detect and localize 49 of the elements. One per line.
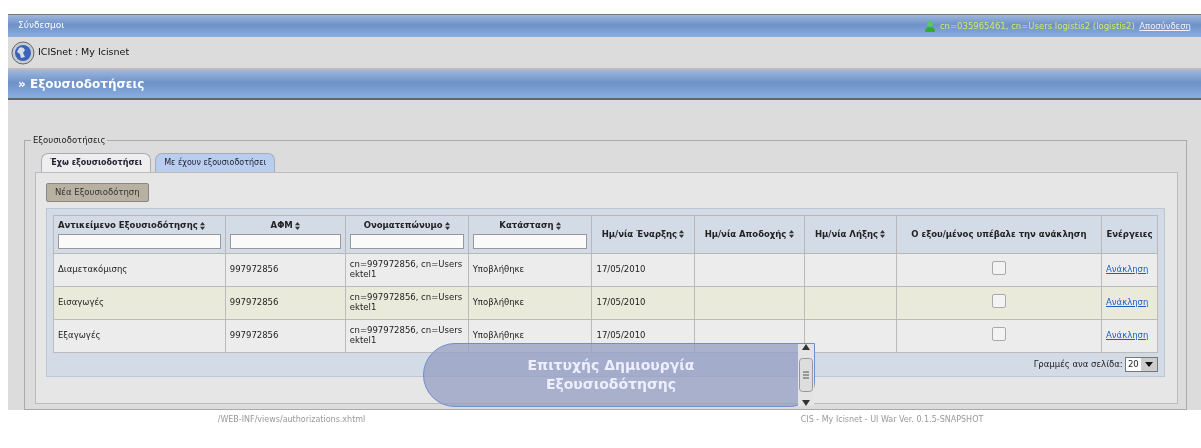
checkbox[interactable] (991, 294, 1006, 309)
rows-per-page-label: Γραμμές ανα σελίδα: (1033, 357, 1123, 371)
table-cell: 997972856 (225, 286, 346, 320)
footer-version: CIS - My Icisnet - UI War Ver. 0.1.5-SNAPSHOT (800, 414, 984, 426)
tab[interactable]: Με έχουν εξουσιοδοτήσει (155, 153, 276, 172)
app-title: ICISnet : My Icisnet (38, 45, 130, 60)
user-name: cn=035965461, cn=Users logistis2 (logistis2) (939, 19, 1135, 33)
section-title: » Εξουσιοδοτήσεις (18, 76, 145, 93)
column-header[interactable]: Κατάσταση (499, 219, 554, 233)
scroll-thumb-icon[interactable] (799, 358, 813, 392)
new-authorization-button[interactable]: Νέα Εξουσιοδότηση (46, 183, 149, 202)
table-cell: 997972856 (225, 319, 346, 353)
table-cell: Εισαγωγές (53, 286, 226, 320)
scroll-up-icon[interactable] (802, 344, 810, 350)
table-cell: 17/05/2010 (591, 253, 695, 287)
sort-icon[interactable] (788, 230, 794, 239)
checkbox[interactable] (991, 261, 1006, 276)
column-header: Ενέργειες (1106, 227, 1153, 241)
scroll-down-icon[interactable] (802, 400, 810, 406)
footer-path: /WEB-INF/views/authorizations.xhtml (217, 414, 366, 426)
table-cell: 17/05/2010 (591, 286, 695, 320)
table-cell: cn=997972856, cn=Users ektel1 (345, 253, 469, 287)
rows-per-page-select[interactable]: 20 (1124, 356, 1158, 372)
column-header: Ο εξου/μένος υπέβαλε την ανάκληση (911, 227, 1087, 241)
filter-field[interactable] (349, 234, 464, 250)
filter-field[interactable] (229, 234, 341, 250)
table-cell: Διαμετακόμισης (53, 253, 226, 287)
globe-icon (11, 40, 35, 65)
fieldset-legend: Εξουσιοδοτήσεις (31, 134, 108, 147)
sort-icon[interactable] (295, 221, 301, 230)
table-cell: cn=997972856, cn=Users ektel1 (345, 286, 469, 320)
table-cell: 997972856 (225, 253, 346, 287)
table-cell: Υποβλήθηκε (468, 286, 592, 320)
user-icon (925, 20, 936, 32)
table-cell: Εξαγωγές (53, 319, 226, 353)
sort-icon[interactable] (444, 221, 450, 230)
column-header[interactable]: ΑΦΜ (270, 219, 293, 233)
scrollbar[interactable] (798, 344, 814, 406)
top-bar-title: Σύνδεσμοι (18, 19, 65, 33)
sort-icon[interactable] (679, 230, 685, 239)
toast-message: Επιτυχής Δημιουργία Εξουσιοδότησης (526, 356, 696, 394)
sort-icon[interactable] (200, 221, 206, 230)
checkbox[interactable] (991, 327, 1006, 342)
sort-icon[interactable] (880, 230, 886, 239)
filter-field[interactable] (58, 234, 221, 250)
sort-icon[interactable] (555, 221, 561, 230)
table-cell: Υποβλήθηκε (468, 253, 592, 287)
filter-field[interactable] (472, 234, 588, 250)
tab[interactable]: Έχω εξουσιοδοτήσει (41, 153, 152, 172)
